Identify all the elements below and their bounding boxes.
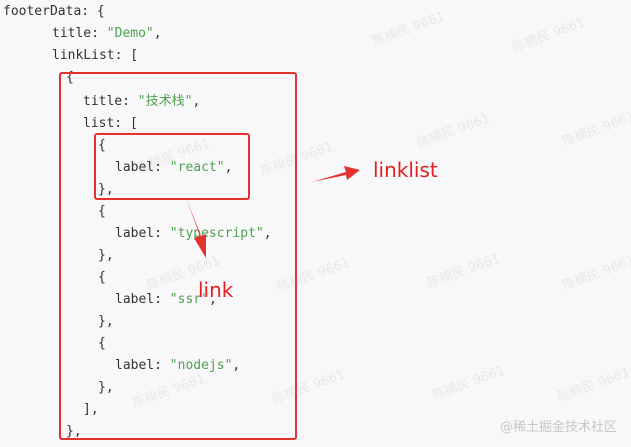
brand-watermark: @稀土掘金技术社区 [499,420,617,435]
annotation-arrows [186,166,360,258]
linklist-annotation-label: linklist [373,158,438,182]
link-annotation-label: link [198,278,234,302]
link-arrow [186,198,206,258]
linklist-arrow [312,166,360,182]
